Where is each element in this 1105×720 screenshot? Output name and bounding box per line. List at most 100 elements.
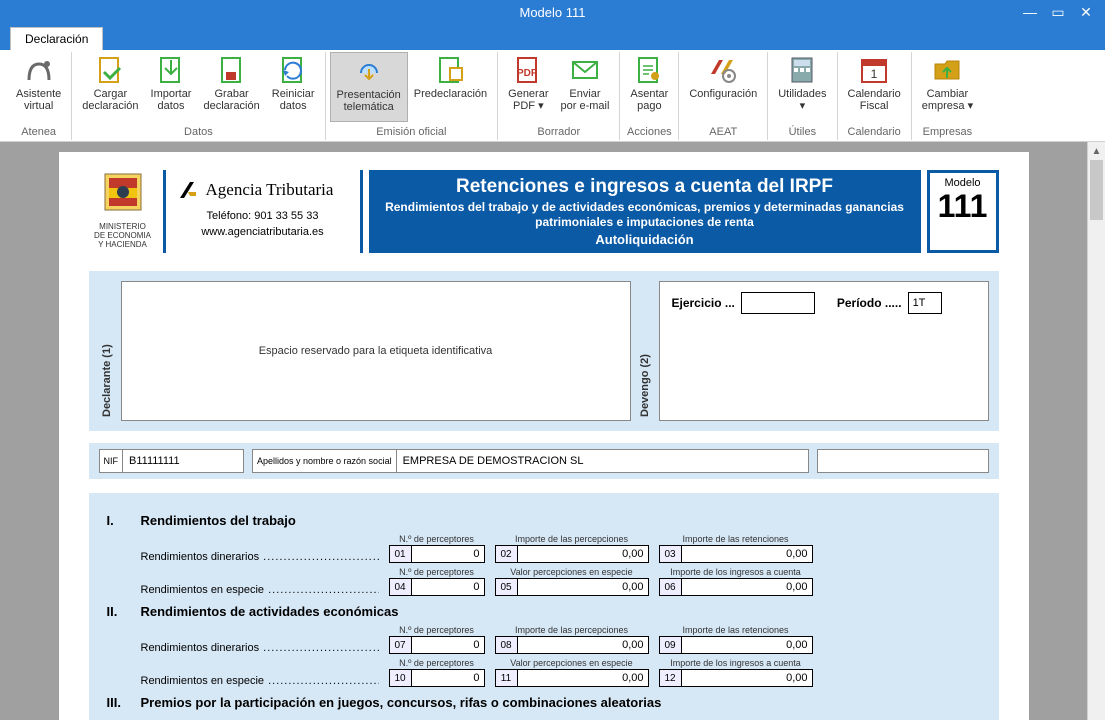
ribbon-group: PresentacióntelemáticaPredeclaraciónEmis… xyxy=(326,52,499,140)
form-row: Rendimientos en especie N.º de perceptore… xyxy=(141,567,981,596)
form-cell: Valor percepciones en especie11 xyxy=(495,658,649,687)
cell-caption: Valor percepciones en especie xyxy=(510,658,632,668)
ribbon-icon xyxy=(569,54,601,86)
cell-number: 05 xyxy=(496,579,518,595)
scroll-thumb[interactable] xyxy=(1090,160,1103,220)
cell-input-02[interactable] xyxy=(518,546,648,562)
ribbon-icon xyxy=(707,54,739,86)
cell-caption: N.º de perceptores xyxy=(399,534,474,544)
cell-input-01[interactable] xyxy=(412,546,484,562)
ribbon-button[interactable]: Asentarpago xyxy=(624,52,674,122)
row-label: Rendimientos en especie xyxy=(141,584,379,596)
form-title: Retenciones e ingresos a cuenta del IRPF xyxy=(379,176,911,198)
ribbon-button[interactable]: Asistentevirtual xyxy=(10,52,67,122)
ribbon-tabstrip: Declaración xyxy=(0,24,1105,50)
form-cell: Importe de las retenciones03 xyxy=(659,534,813,563)
ribbon-button[interactable]: 1CalendarioFiscal xyxy=(842,52,907,122)
ribbon-icon xyxy=(633,54,665,86)
ribbon-button[interactable]: Enviarpor e-mail xyxy=(555,52,616,122)
ribbon-icon: 1 xyxy=(858,54,890,86)
ribbon-group-label: Empresas xyxy=(923,126,973,140)
ribbon-button[interactable]: Reiniciardatos xyxy=(266,52,321,122)
ribbon-button[interactable]: Configuración xyxy=(683,52,763,122)
spain-crest-icon xyxy=(99,170,147,218)
ribbon-button[interactable]: Cargardeclaración xyxy=(76,52,144,122)
ribbon-icon xyxy=(931,54,963,86)
form-row: Rendimientos dinerarios N.º de perceptore… xyxy=(141,625,981,654)
form-cell: N.º de perceptores04 xyxy=(389,567,485,596)
declarante-section-label: Declarante (1) xyxy=(99,281,115,421)
identificacion-row: NIF Apellidos y nombre o razón social xyxy=(89,443,999,479)
ribbon-button[interactable]: Presentacióntelemática xyxy=(330,52,408,122)
row-label: Rendimientos dinerarios xyxy=(141,642,379,654)
tab-declaracion[interactable]: Declaración xyxy=(10,27,103,50)
row-label: Rendimientos dinerarios xyxy=(141,551,379,563)
form-cell: Importe de las percepciones02 xyxy=(495,534,649,563)
cell-input-05[interactable] xyxy=(518,579,648,595)
cell-number: 03 xyxy=(660,546,682,562)
ribbon-button[interactable]: Predeclaración xyxy=(408,52,493,122)
ribbon-icon xyxy=(353,55,385,87)
maximize-button[interactable]: ▭ xyxy=(1045,2,1071,22)
cell-input-03[interactable] xyxy=(682,546,812,562)
ribbon-group-label: Calendario xyxy=(848,126,901,140)
form-cell: Importe de los ingresos a cuenta 06 xyxy=(659,567,813,596)
ribbon-button[interactable]: Utilidades▾ xyxy=(772,52,832,122)
agencia-logo-icon xyxy=(176,178,200,202)
form-cell: N.º de perceptores07 xyxy=(389,625,485,654)
cell-input-12[interactable] xyxy=(682,670,812,686)
scroll-up-arrow[interactable]: ▲ xyxy=(1088,142,1105,160)
form-cell: N.º de perceptores 01 xyxy=(389,534,485,563)
cell-caption: Importe de los ingresos a cuenta xyxy=(670,567,801,577)
ribbon-button[interactable]: Grabardeclaración xyxy=(197,52,265,122)
cell-input-06[interactable] xyxy=(682,579,812,595)
form-cell: Importe de las percepciones08 xyxy=(495,625,649,654)
agencia-block: Agencia Tributaria Teléfono: 901 33 55 3… xyxy=(163,170,363,253)
extra-input[interactable] xyxy=(818,450,988,472)
ejercicio-input[interactable] xyxy=(741,292,815,314)
form-page: MINISTERIO DE ECONOMIA Y HACIENDA Agenci… xyxy=(59,152,1029,720)
section-title: II.Rendimientos de actividades económica… xyxy=(107,604,981,619)
nombre-input[interactable] xyxy=(397,450,695,472)
periodo-input[interactable] xyxy=(908,292,942,314)
devengo-box: Ejercicio ... Período ..... xyxy=(659,281,989,421)
ribbon-button[interactable]: Importardatos xyxy=(145,52,198,122)
nif-input[interactable] xyxy=(123,450,243,472)
ribbon-icon xyxy=(216,54,248,86)
form-subtitle: Rendimientos del trabajo y de actividade… xyxy=(379,200,911,230)
ribbon-icon: PDF xyxy=(512,54,544,86)
cell-input-04[interactable] xyxy=(412,579,484,595)
close-button[interactable]: ✕ xyxy=(1073,2,1099,22)
form-row: Rendimientos en especieN.º de perceptore… xyxy=(141,658,981,687)
cell-input-11[interactable] xyxy=(518,670,648,686)
ribbon-button[interactable]: Cambiarempresa ▾ xyxy=(916,52,979,122)
cell-number: 06 xyxy=(660,579,682,595)
form-cell: Importe de las retenciones09 xyxy=(659,625,813,654)
modelo-box: Modelo 111 xyxy=(927,170,999,253)
cell-number: 02 xyxy=(496,546,518,562)
vertical-scrollbar[interactable]: ▲ xyxy=(1087,142,1105,720)
ribbon-button[interactable]: PDFGenerarPDF ▾ xyxy=(502,52,554,122)
cell-input-08[interactable] xyxy=(518,637,648,653)
cell-number: 01 xyxy=(390,546,412,562)
periodo-label: Período ..... xyxy=(837,296,902,310)
ribbon: AsistentevirtualAteneaCargardeclaraciónI… xyxy=(0,50,1105,142)
cell-input-07[interactable] xyxy=(412,637,484,653)
ribbon-group-label: Útiles xyxy=(789,126,817,140)
form-cell: Valor percepciones en especie 05 xyxy=(495,567,649,596)
cell-input-09[interactable] xyxy=(682,637,812,653)
nombre-label: Apellidos y nombre o razón social xyxy=(253,450,397,472)
cell-number: 04 xyxy=(390,579,412,595)
section-title: I.Rendimientos del trabajo xyxy=(107,513,981,528)
ribbon-group-label: AEAT xyxy=(709,126,737,140)
minimize-button[interactable]: — xyxy=(1017,2,1043,22)
cell-caption: Importe de los ingresos a cuenta xyxy=(670,658,801,668)
ribbon-group: CargardeclaraciónImportardatosGrabardecl… xyxy=(72,52,325,140)
titlebar: Modelo 111 — ▭ ✕ xyxy=(0,0,1105,24)
form-header: MINISTERIO DE ECONOMIA Y HACIENDA Agenci… xyxy=(89,170,999,253)
svg-text:PDF: PDF xyxy=(517,68,537,79)
window-controls: — ▭ ✕ xyxy=(1017,0,1105,24)
cell-caption: Valor percepciones en especie xyxy=(510,567,632,577)
ribbon-group: AsentarpagoAcciones xyxy=(620,52,679,140)
cell-input-10[interactable] xyxy=(412,670,484,686)
